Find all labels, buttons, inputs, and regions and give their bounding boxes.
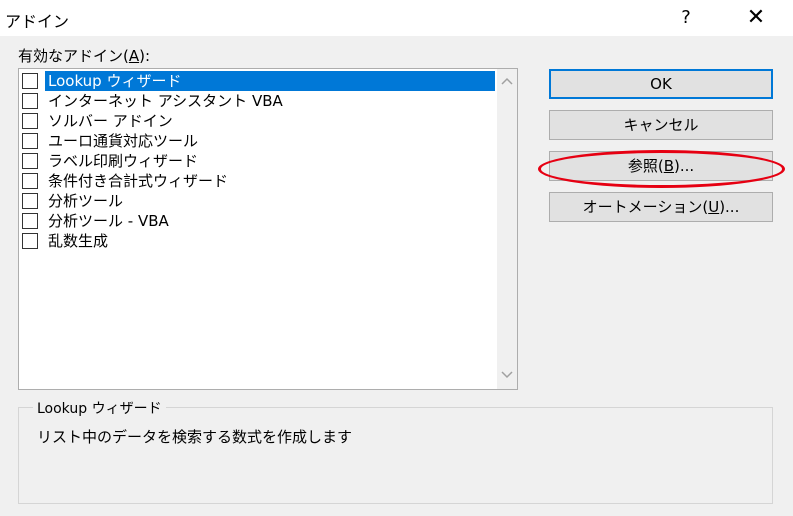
list-item-label: ソルバー アドイン bbox=[48, 112, 173, 130]
list-item-label: Lookup ウィザード bbox=[45, 71, 495, 91]
list-item[interactable]: インターネット アシスタント VBA bbox=[21, 91, 495, 111]
ok-button[interactable]: OK bbox=[549, 69, 773, 99]
checkbox[interactable] bbox=[22, 153, 38, 169]
list-item-label: 分析ツール - VBA bbox=[48, 212, 169, 230]
checkbox[interactable] bbox=[22, 113, 38, 129]
description-group: Lookup ウィザード リスト中のデータを検索する数式を作成します bbox=[18, 398, 773, 504]
list-item-label: 分析ツール bbox=[48, 192, 124, 210]
list-item-label: ユーロ通貨対応ツール bbox=[48, 132, 199, 150]
highlight-ellipse bbox=[538, 150, 785, 188]
chevron-down-icon[interactable] bbox=[497, 366, 517, 386]
list-item[interactable]: ラベル印刷ウィザード bbox=[21, 151, 495, 171]
description-title: Lookup ウィザード bbox=[33, 398, 166, 418]
title-bar: アドイン ? ✕ bbox=[0, 0, 793, 36]
list-item[interactable]: 乱数生成 bbox=[21, 231, 495, 251]
list-item-label: 条件付き合計式ウィザード bbox=[48, 172, 229, 190]
list-item[interactable]: 条件付き合計式ウィザード bbox=[21, 171, 495, 191]
checkbox[interactable] bbox=[22, 193, 38, 209]
list-item-label: ラベル印刷ウィザード bbox=[48, 152, 199, 170]
automation-button[interactable]: オートメーション(U)... bbox=[549, 192, 773, 222]
list-item-label: インターネット アシスタント VBA bbox=[48, 92, 283, 110]
cancel-button[interactable]: キャンセル bbox=[549, 110, 773, 140]
checkbox[interactable] bbox=[22, 213, 38, 229]
list-item[interactable]: ユーロ通貨対応ツール bbox=[21, 131, 495, 151]
list-item[interactable]: ソルバー アドイン bbox=[21, 111, 495, 131]
window-title: アドイン bbox=[5, 12, 70, 31]
list-item[interactable]: 分析ツール bbox=[21, 191, 495, 211]
addin-dialog: アドイン ? ✕ 有効なアドイン(A): Lookup ウィザード インターネッ… bbox=[0, 0, 793, 516]
checkbox[interactable] bbox=[22, 173, 38, 189]
addins-list[interactable]: Lookup ウィザード インターネット アシスタント VBA ソルバー アドイ… bbox=[18, 68, 518, 390]
checkbox[interactable] bbox=[22, 233, 38, 249]
close-button[interactable]: ✕ bbox=[726, 0, 786, 36]
list-item-label: 乱数生成 bbox=[48, 232, 109, 250]
checkbox[interactable] bbox=[22, 133, 38, 149]
checkbox[interactable] bbox=[22, 73, 38, 89]
chevron-up-icon[interactable] bbox=[497, 72, 517, 92]
vertical-scrollbar[interactable] bbox=[497, 69, 517, 389]
list-item[interactable]: Lookup ウィザード bbox=[21, 71, 495, 91]
list-item[interactable]: 分析ツール - VBA bbox=[21, 211, 495, 231]
checkbox[interactable] bbox=[22, 93, 38, 109]
help-button[interactable]: ? bbox=[656, 0, 716, 36]
description-text: リスト中のデータを検索する数式を作成します bbox=[37, 428, 353, 446]
addins-list-label: 有効なアドイン(A): bbox=[18, 47, 151, 65]
